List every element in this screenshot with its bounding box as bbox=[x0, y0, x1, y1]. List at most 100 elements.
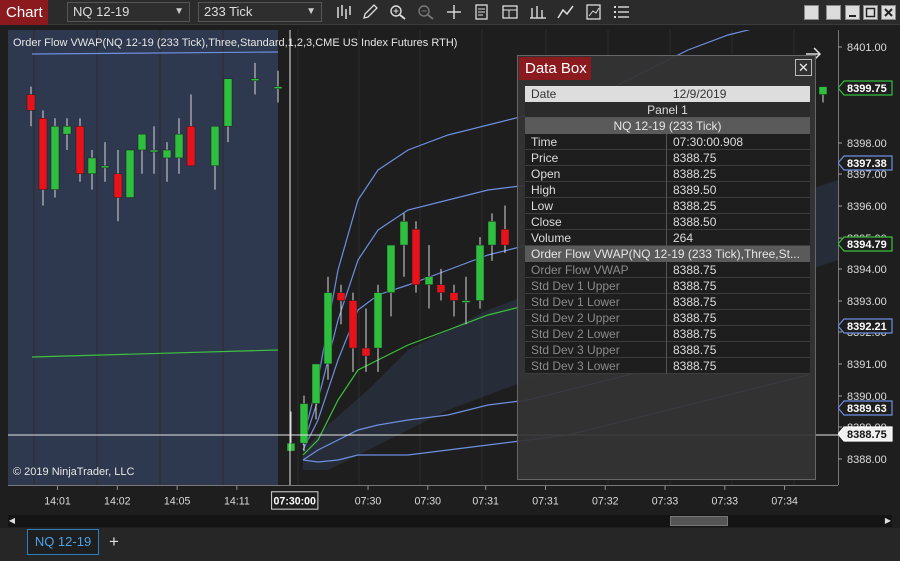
price-axis[interactable]: 8401.008398.008397.008396.008395.008394.… bbox=[838, 30, 900, 485]
maximize-button[interactable] bbox=[863, 5, 878, 20]
window-restore-button[interactable] bbox=[826, 5, 841, 20]
down-candle bbox=[436, 284, 446, 293]
horizontal-scrollbar[interactable]: ◀ ▶ bbox=[8, 515, 892, 527]
data-box-field-row: Time 07:30:00.908 bbox=[525, 134, 810, 150]
down-candle bbox=[186, 125, 196, 167]
down-candle bbox=[38, 118, 48, 190]
data-box-indicator-label: Std Dev 2 Lower bbox=[525, 326, 667, 342]
instrument-value: NQ 12-19 bbox=[73, 4, 130, 19]
time-tick-label: 07:30 bbox=[415, 495, 442, 507]
data-box-field-label: Price bbox=[525, 150, 667, 166]
more-icon[interactable] bbox=[613, 4, 631, 20]
data-box-indicator-value: 8388.75 bbox=[673, 295, 717, 309]
minimize-button[interactable] bbox=[845, 5, 860, 20]
price-marker-label: 8389.63 bbox=[847, 403, 887, 415]
up-candle bbox=[818, 86, 828, 95]
up-candle bbox=[286, 442, 296, 452]
time-tick-label: 14:01 bbox=[44, 495, 71, 507]
up-candle bbox=[149, 149, 159, 153]
zoom-out-icon[interactable] bbox=[417, 4, 435, 20]
zoom-in-icon[interactable] bbox=[389, 4, 407, 20]
price-marker-label: 8392.21 bbox=[847, 321, 887, 333]
data-box-indicator-rows: Order Flow VWAP 8388.75 Std Dev 1 Upper 838… bbox=[525, 262, 810, 374]
up-candle bbox=[424, 276, 434, 285]
data-box-instrument-header: NQ 12-19 (233 Tick) bbox=[525, 118, 810, 134]
up-candle bbox=[162, 149, 172, 159]
data-box-field-value: 264 bbox=[673, 231, 694, 245]
down-candle bbox=[336, 292, 346, 301]
time-tick-label: 07:30 bbox=[355, 495, 382, 507]
down-candle bbox=[113, 173, 123, 198]
instrument-selector[interactable]: NQ 12-19 ▼ bbox=[67, 2, 190, 22]
data-box-field-label: Volume bbox=[525, 230, 667, 246]
tab-nq-12-19[interactable]: NQ 12-19 bbox=[27, 529, 99, 555]
data-box-indicator-value: 8388.75 bbox=[673, 359, 717, 373]
chart-tabs-bar: NQ 12-19 + bbox=[0, 528, 900, 561]
price-tick-label: 8396.00 bbox=[847, 201, 887, 213]
up-candle bbox=[87, 157, 97, 175]
toolbar: Chart NQ 12-19 ▼ 233 Tick ▼ bbox=[0, 0, 900, 25]
data-box-indicator-value: 8388.75 bbox=[673, 327, 717, 341]
copyright-text: © 2019 NinjaTrader, LLC bbox=[13, 466, 135, 478]
data-box-icon[interactable] bbox=[501, 4, 519, 20]
time-tick-label: 14:11 bbox=[224, 495, 250, 507]
data-box-window[interactable]: Data Box ✕ Date 12/9/2019 Panel 1 NQ 12-… bbox=[517, 55, 816, 480]
data-box-title[interactable]: Data Box bbox=[519, 57, 591, 80]
data-box-field-row: High 8389.50 bbox=[525, 182, 810, 198]
data-box-indicator-row: Std Dev 1 Upper 8388.75 bbox=[525, 278, 810, 294]
data-box-field-label: High bbox=[525, 182, 667, 198]
up-candle bbox=[386, 244, 396, 293]
interval-selector[interactable]: 233 Tick ▼ bbox=[198, 2, 322, 22]
up-candle bbox=[50, 125, 60, 190]
data-box-bar-rows: Time 07:30:00.908 Price 8388.75 Open 8388.25 H… bbox=[525, 134, 810, 246]
add-tab-button[interactable]: + bbox=[104, 531, 124, 553]
time-tick-label: 07:31 bbox=[472, 495, 499, 507]
data-box-field-row: Volume 264 bbox=[525, 230, 810, 246]
data-box-indicator-row: Std Dev 3 Upper 8388.75 bbox=[525, 342, 810, 358]
time-axis[interactable]: 14:01 14:02 14:05 14:11 07:30:00 07:30 07:30 07… bbox=[8, 485, 838, 513]
bar-type-icon[interactable] bbox=[335, 4, 353, 20]
down-candle bbox=[75, 125, 85, 175]
chart-window-tab[interactable]: Chart bbox=[0, 0, 48, 25]
price-tick-label: 8394.00 bbox=[847, 264, 887, 276]
scroll-left-icon[interactable]: ◀ bbox=[8, 515, 16, 527]
data-box-indicator-header: Order Flow VWAP(NQ 12-19 (233 Tick),Thre… bbox=[525, 246, 810, 262]
indicators-icon[interactable] bbox=[557, 4, 575, 20]
chart-trader-icon[interactable] bbox=[585, 4, 603, 20]
prior-session-shade bbox=[8, 30, 278, 485]
time-cursor-label: 07:30:00 bbox=[274, 495, 317, 507]
data-box-field-value: 8389.50 bbox=[673, 183, 717, 197]
properties-icon[interactable] bbox=[473, 4, 491, 20]
data-box-field-value: 8388.50 bbox=[673, 215, 717, 229]
price-tick-label: 8401.00 bbox=[847, 42, 887, 54]
crosshair-icon[interactable] bbox=[445, 4, 463, 20]
up-candle bbox=[487, 221, 497, 246]
data-box-close-button[interactable]: ✕ bbox=[795, 59, 812, 76]
price-tick-label: 8398.00 bbox=[847, 138, 887, 150]
data-box-indicator-value: 8388.75 bbox=[673, 279, 717, 293]
strategies-icon[interactable] bbox=[529, 4, 547, 20]
time-tick-label: 07:34 bbox=[771, 495, 798, 507]
scroll-right-icon[interactable]: ▶ bbox=[884, 515, 892, 527]
up-candle bbox=[125, 149, 135, 198]
up-candle bbox=[62, 125, 72, 135]
data-box-indicator-row: Order Flow VWAP 8388.75 bbox=[525, 262, 810, 278]
data-box-field-row: Close 8388.50 bbox=[525, 214, 810, 230]
chevron-down-icon: ▼ bbox=[174, 6, 184, 17]
window-pin-button[interactable] bbox=[804, 5, 819, 20]
up-candle bbox=[311, 363, 321, 404]
price-tick-label: 8393.00 bbox=[847, 296, 887, 308]
price-tick-label: 8397.00 bbox=[847, 169, 887, 181]
down-candle bbox=[411, 228, 421, 285]
data-box-field-row: Low 8388.25 bbox=[525, 198, 810, 214]
data-box-indicator-row: Std Dev 2 Upper 8388.75 bbox=[525, 310, 810, 326]
scrollbar-thumb[interactable] bbox=[670, 516, 728, 526]
data-box-grid: Date 12/9/2019 Panel 1 NQ 12-19 (233 Tic… bbox=[525, 86, 810, 374]
price-marker-label: 8388.75 bbox=[847, 429, 887, 441]
close-button[interactable] bbox=[881, 5, 896, 20]
draw-pencil-icon[interactable] bbox=[361, 4, 379, 20]
data-box-indicator-label: Std Dev 1 Upper bbox=[525, 278, 667, 294]
data-box-date-row: Date 12/9/2019 bbox=[525, 86, 810, 102]
data-box-indicator-value: 8388.75 bbox=[673, 343, 717, 357]
data-box-field-label: Time bbox=[525, 134, 667, 150]
